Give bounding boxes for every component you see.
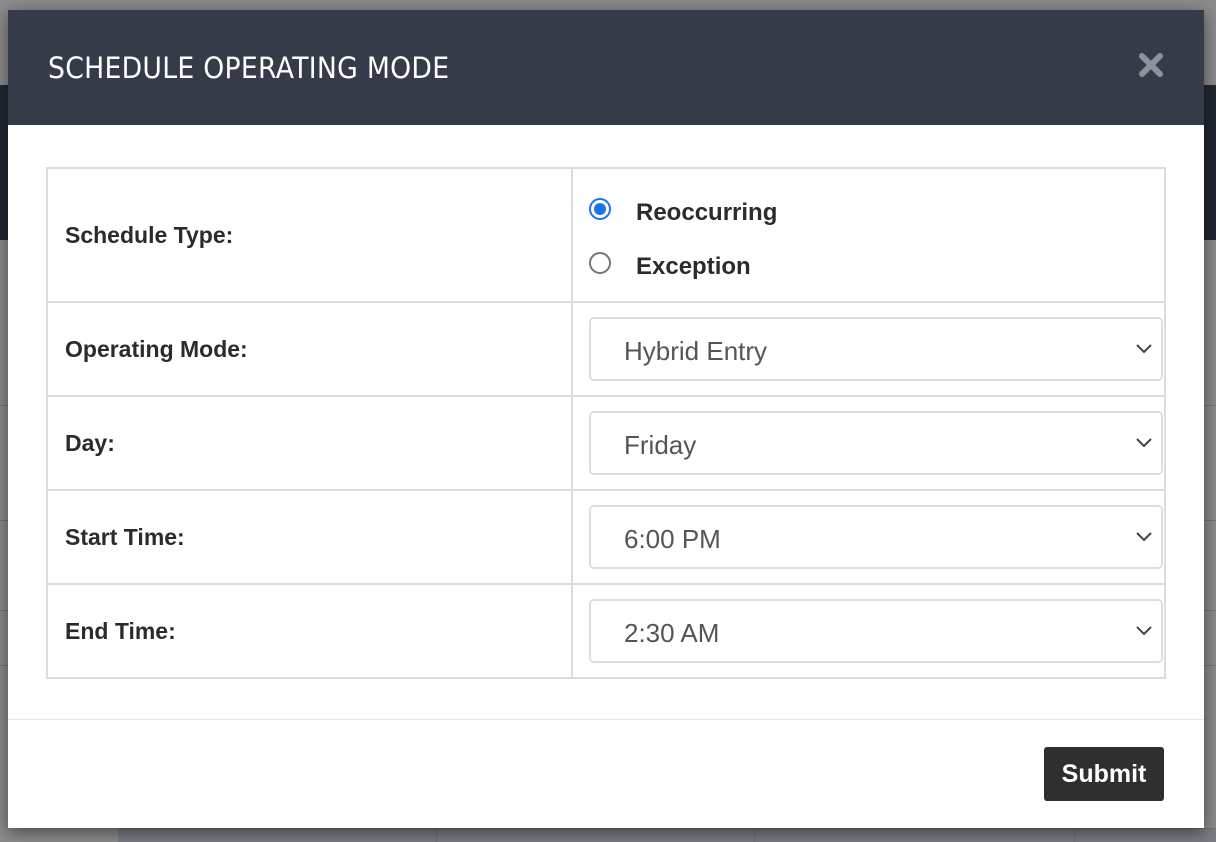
- day-select[interactable]: Friday: [589, 411, 1163, 475]
- end-time-label: End Time:: [46, 583, 573, 679]
- chevron-down-icon: [1136, 532, 1152, 542]
- operating-mode-label: Operating Mode:: [46, 301, 573, 397]
- schedule-operating-mode-modal: SCHEDULE OPERATING MODE Schedule Type: R…: [8, 10, 1204, 828]
- chevron-down-icon: [1136, 438, 1152, 448]
- operating-mode-row: Operating Mode: Hybrid Entry: [46, 301, 1166, 397]
- schedule-type-row: Schedule Type: Reoccurring Exception: [46, 167, 1166, 303]
- close-button[interactable]: [1138, 52, 1168, 82]
- radio-reoccurring-label[interactable]: Reoccurring: [636, 199, 777, 227]
- start-time-row: Start Time: 6:00 PM: [46, 489, 1166, 585]
- end-time-row: End Time: 2:30 AM: [46, 583, 1166, 679]
- end-time-select[interactable]: 2:30 AM: [589, 599, 1163, 663]
- start-time-cell: 6:00 PM: [571, 489, 1166, 585]
- radio-exception[interactable]: Exception: [589, 245, 751, 281]
- radio-exception-label[interactable]: Exception: [636, 253, 751, 281]
- modal-header: SCHEDULE OPERATING MODE: [8, 10, 1204, 125]
- operating-mode-cell: Hybrid Entry: [571, 301, 1166, 397]
- operating-mode-select[interactable]: Hybrid Entry: [589, 317, 1163, 381]
- start-time-value: 6:00 PM: [624, 524, 721, 554]
- radio-reoccurring[interactable]: Reoccurring: [589, 191, 777, 227]
- day-value: Friday: [624, 430, 697, 460]
- end-time-value: 2:30 AM: [624, 618, 720, 648]
- chevron-down-icon: [1136, 626, 1152, 636]
- chevron-down-icon: [1136, 344, 1152, 354]
- start-time-label: Start Time:: [46, 489, 573, 585]
- day-row: Day: Friday: [46, 395, 1166, 491]
- submit-button[interactable]: Submit: [1044, 747, 1164, 801]
- operating-mode-value: Hybrid Entry: [624, 336, 768, 366]
- radio-exception-circle[interactable]: [589, 252, 611, 274]
- modal-footer-divider: [8, 719, 1204, 720]
- close-x-icon: [1139, 53, 1163, 77]
- day-cell: Friday: [571, 395, 1166, 491]
- day-label: Day:: [46, 395, 573, 491]
- schedule-type-radio-group: Reoccurring Exception: [573, 169, 1164, 301]
- schedule-form-table: Schedule Type: Reoccurring Exception Ope…: [46, 167, 1166, 679]
- schedule-type-label: Schedule Type:: [46, 167, 573, 303]
- radio-reoccurring-circle[interactable]: [589, 198, 611, 220]
- end-time-cell: 2:30 AM: [571, 583, 1166, 679]
- schedule-type-cell: Reoccurring Exception: [571, 167, 1166, 303]
- start-time-select[interactable]: 6:00 PM: [589, 505, 1163, 569]
- modal-title: SCHEDULE OPERATING MODE: [48, 51, 450, 85]
